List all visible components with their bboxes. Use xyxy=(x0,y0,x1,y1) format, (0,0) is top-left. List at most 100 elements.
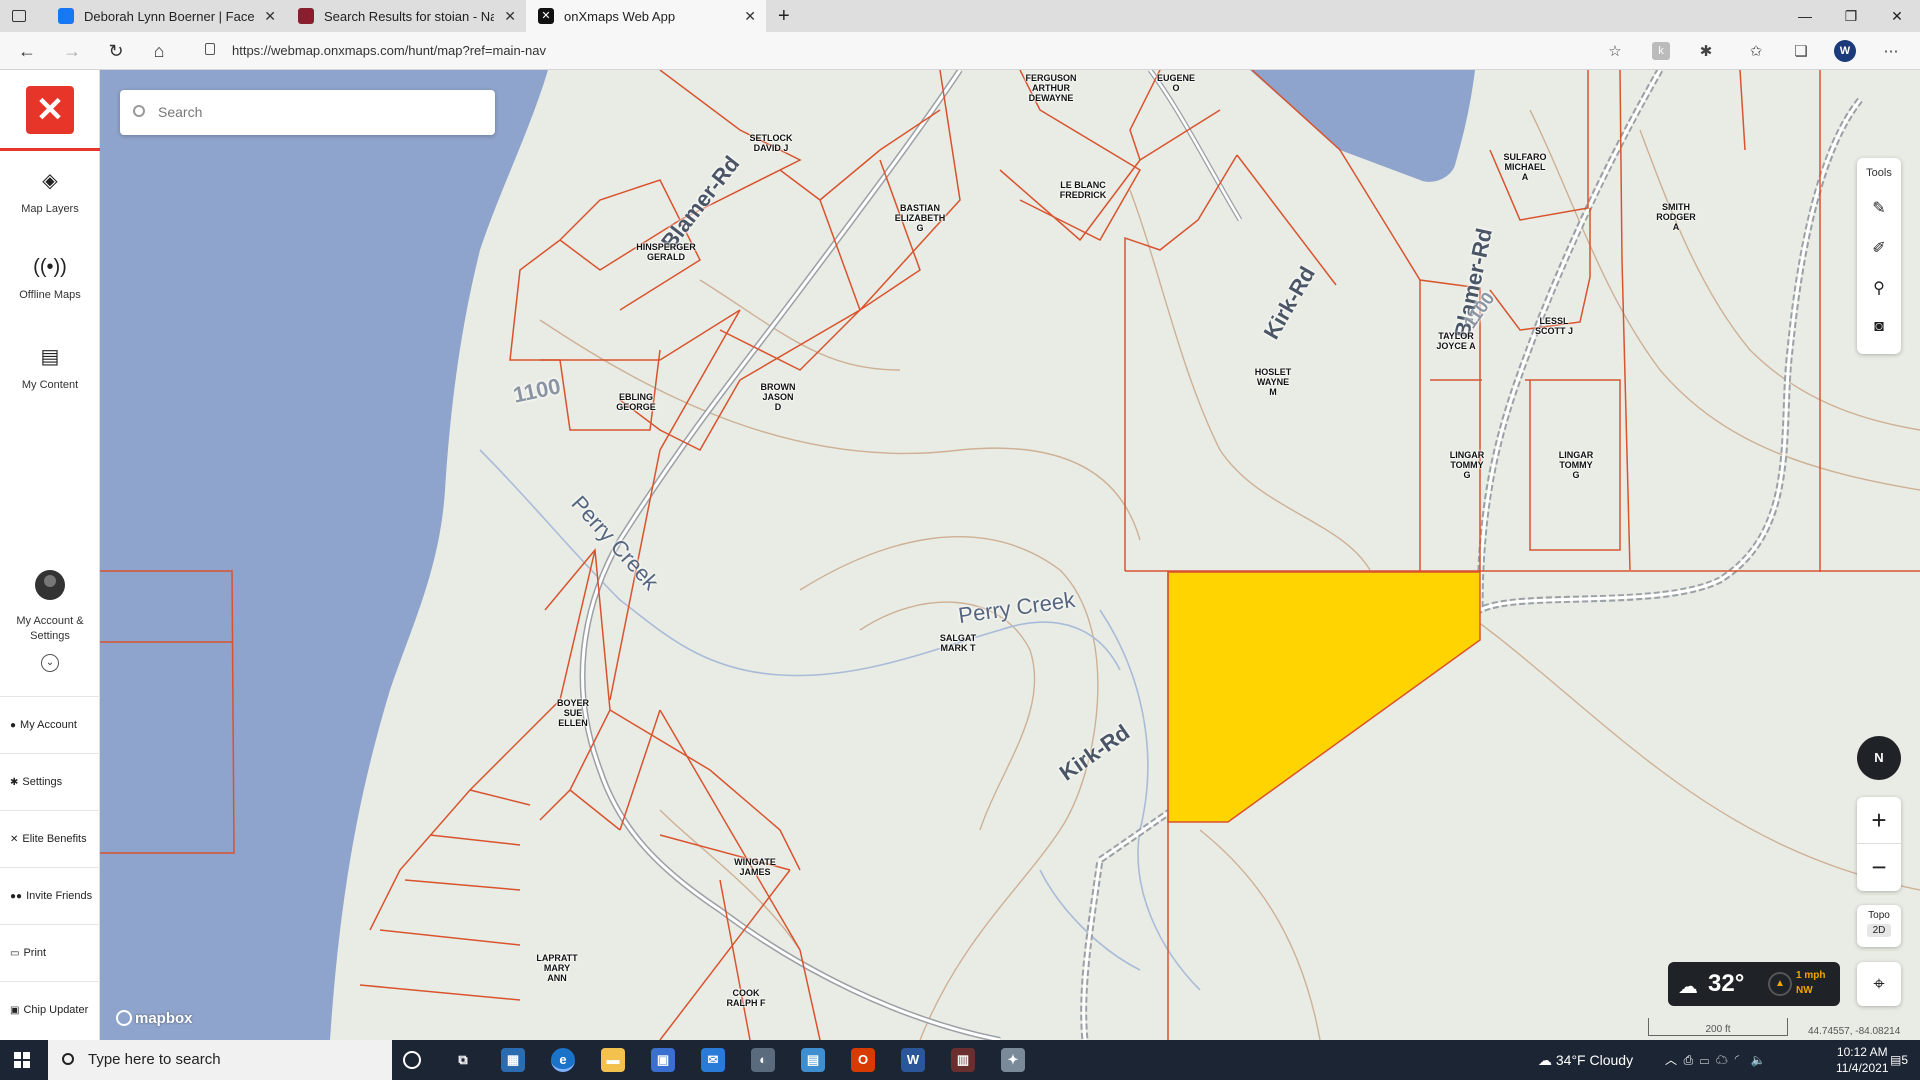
mail-icon[interactable]: ✉ xyxy=(701,1048,725,1072)
task-view-icon[interactable]: ⧉ xyxy=(451,1048,475,1072)
office-icon[interactable]: O xyxy=(851,1048,875,1072)
parcel-owner-label[interactable]: BROWN JASON D xyxy=(761,382,796,412)
tab-facebook[interactable]: Deborah Lynn Boerner | Facebook ✕ xyxy=(46,0,286,32)
mapbox-attribution[interactable]: mapbox xyxy=(116,1010,193,1027)
scale-bar: 200 ft xyxy=(1648,1018,1788,1036)
favorite-add-icon[interactable]: ☆ xyxy=(1604,40,1626,62)
menu-item-settings[interactable]: ✱ Settings xyxy=(0,753,100,810)
forward-icon[interactable]: → xyxy=(60,39,84,63)
menu-item-print[interactable]: ▭ Print xyxy=(0,924,100,981)
word-icon[interactable]: W xyxy=(901,1048,925,1072)
store-icon[interactable]: ▣ xyxy=(651,1048,675,1072)
collections-icon[interactable]: ❏ xyxy=(1790,40,1812,62)
parcel-owner-label[interactable]: WINGATE JAMES xyxy=(734,857,776,877)
draw-line-icon[interactable]: ✎ xyxy=(1869,198,1889,218)
system-tray-icons[interactable]: ︿ ⎙ ▭ ☁ ◜ 🔈 xyxy=(1665,1040,1766,1080)
basemap-toggle[interactable]: Topo 2D xyxy=(1857,905,1901,947)
refresh-icon[interactable]: ↻ xyxy=(104,39,128,63)
notification-center[interactable]: ▤5 xyxy=(1890,1040,1908,1080)
site-icon xyxy=(298,8,314,24)
cortana-icon[interactable] xyxy=(403,1051,421,1069)
minimize-icon[interactable]: — xyxy=(1782,0,1828,32)
wind-direction: NW xyxy=(1796,985,1813,996)
map-search-input[interactable]: Search xyxy=(120,90,495,135)
close-tab-icon[interactable]: ✕ xyxy=(744,8,756,25)
zoom-out-button[interactable]: − xyxy=(1857,843,1901,889)
app-icon[interactable]: ▤ xyxy=(801,1048,825,1072)
tab-onxmaps[interactable]: ✕ onXmaps Web App ✕ xyxy=(526,0,766,32)
time: 10:12 AM xyxy=(1836,1045,1888,1059)
new-tab-button[interactable]: + xyxy=(770,0,802,32)
app-icon[interactable]: ▥ xyxy=(951,1048,975,1072)
restore-icon[interactable]: ❐ xyxy=(1828,0,1874,32)
taskbar-weather[interactable]: ☁ 34°F Cloudy xyxy=(1538,1040,1633,1080)
parcel-owner-label[interactable]: SMITH RODGER A xyxy=(1656,202,1696,232)
sidebar-item-my-content[interactable]: ▤ My Content xyxy=(0,344,100,391)
parcel-owner-label[interactable]: LINGAR TOMMY G xyxy=(1450,450,1485,480)
parcel-owner-label[interactable]: TAYLOR JOYCE A xyxy=(1436,331,1475,351)
lake-water xyxy=(100,70,548,1040)
address-bar-url[interactable]: https://webmap.onxmaps.com/hunt/map?ref=… xyxy=(200,40,1600,62)
notification-icon: ▤ xyxy=(1890,1053,1902,1067)
parcel-owner-label[interactable]: LE BLANC FREDRICK xyxy=(1060,180,1107,200)
parcel-owner-label[interactable]: BOYER SUE ELLEN xyxy=(557,698,589,728)
parcel-owner-label[interactable]: EUGENE O xyxy=(1157,73,1195,93)
parcel-owner-label[interactable]: LINGAR TOMMY G xyxy=(1559,450,1594,480)
locate-me-icon[interactable]: ⌖ xyxy=(1857,962,1901,1006)
calculator-icon[interactable]: ▦ xyxy=(501,1048,525,1072)
app-icon[interactable]: ◐ xyxy=(751,1048,775,1072)
parcel-owner-label[interactable]: SALGAT MARK T xyxy=(940,633,976,653)
extension-icon[interactable]: k xyxy=(1652,42,1670,60)
favorites-icon[interactable]: ✩ xyxy=(1745,40,1767,62)
cloud-icon: ☁ xyxy=(1678,976,1698,998)
waypoint-pin-icon[interactable]: ⚲ xyxy=(1869,278,1889,298)
tab-actions-button[interactable] xyxy=(0,0,46,32)
onx-logo[interactable]: ✕ xyxy=(26,86,74,134)
mapbox-logo-icon xyxy=(116,1010,132,1026)
back-icon[interactable]: ← xyxy=(15,39,39,63)
close-window-icon[interactable]: ✕ xyxy=(1874,0,1920,32)
taskbar-search-input[interactable]: Type here to search xyxy=(48,1040,392,1080)
file-explorer-icon[interactable]: ▬ xyxy=(601,1048,625,1072)
parcel-owner-label[interactable]: EBLING GEORGE xyxy=(616,392,656,412)
zoom-controls: + − xyxy=(1857,797,1901,891)
menu-item-invite-friends[interactable]: ●● Invite Friends xyxy=(0,867,100,924)
chevron-down-icon[interactable]: ⌄ xyxy=(41,654,59,672)
home-icon[interactable]: ⌂ xyxy=(147,39,171,63)
tools-panel: Tools ✎ ✐ ⚲ ◙ xyxy=(1857,158,1901,354)
address-toolbar: ← → ↻ ⌂ https://webmap.onxmaps.com/hunt/… xyxy=(0,32,1920,70)
menu-item-my-account[interactable]: ● My Account xyxy=(0,696,100,753)
windows-start-icon[interactable] xyxy=(14,1052,30,1068)
sidebar-item-map-layers[interactable]: ◈ Map Layers xyxy=(0,168,100,215)
parcel-owner-label[interactable]: BASTIAN ELIZABETH G xyxy=(895,203,946,233)
map-canvas[interactable]: Blamer-Rd Kirk-Rd Kirk-Rd Blamer-Rd 1100… xyxy=(100,70,1920,1040)
folder-icon: ▤ xyxy=(40,346,60,368)
menu-item-elite-benefits[interactable]: ✕ Elite Benefits xyxy=(0,810,100,867)
close-tab-icon[interactable]: ✕ xyxy=(264,8,276,25)
more-menu-icon[interactable]: ⋯ xyxy=(1880,40,1902,62)
parcel-owner-label[interactable]: SETLOCK DAVID J xyxy=(749,133,792,153)
parcel-owner-label[interactable]: FERGUSON ARTHUR DEWAYNE xyxy=(1025,73,1076,103)
parcel-owner-label[interactable]: HOSLET WAYNE M xyxy=(1255,367,1292,397)
account-settings-label[interactable]: My Account & Settings xyxy=(0,614,100,644)
avatar[interactable] xyxy=(35,570,65,600)
draw-shape-icon[interactable]: ✐ xyxy=(1869,238,1889,258)
compass-button[interactable]: N xyxy=(1857,736,1901,780)
parcel-owner-label[interactable]: HINSPERGER GERALD xyxy=(636,242,696,262)
zoom-in-button[interactable]: + xyxy=(1857,797,1901,843)
parcel-owner-label[interactable]: LESSL SCOTT J xyxy=(1535,316,1573,336)
edge-browser-icon[interactable]: e xyxy=(551,1048,575,1072)
sidebar-item-offline-maps[interactable]: ((•)) Offline Maps xyxy=(0,256,100,301)
parcel-owner-label[interactable]: SULFARO MICHAEL A xyxy=(1503,152,1546,182)
parcel-owner-label[interactable]: LAPRATT MARY ANN xyxy=(536,953,577,983)
profile-avatar[interactable]: W xyxy=(1834,40,1856,62)
puzzle-icon[interactable]: ✱ xyxy=(1695,40,1717,62)
app-icon[interactable]: ✦ xyxy=(1001,1048,1025,1072)
camera-icon[interactable]: ◙ xyxy=(1869,318,1889,338)
parcel-owner-label[interactable]: COOK RALPH F xyxy=(727,988,766,1008)
taskbar-clock[interactable]: 10:12 AM 11/4/2021 xyxy=(1836,1044,1889,1076)
tab-search-results[interactable]: Search Results for stoian - Name ✕ xyxy=(286,0,526,32)
weather-widget[interactable]: ☁ 32° ▲ 1 mph NW xyxy=(1668,962,1840,1006)
menu-item-chip-updater[interactable]: ▣ Chip Updater xyxy=(0,981,100,1038)
close-tab-icon[interactable]: ✕ xyxy=(504,8,516,25)
